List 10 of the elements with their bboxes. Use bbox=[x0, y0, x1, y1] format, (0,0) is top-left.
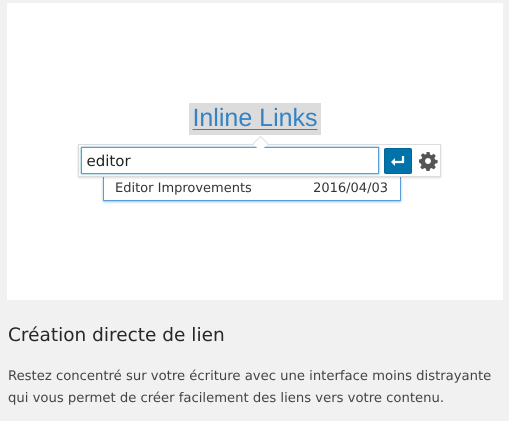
settings-icon[interactable] bbox=[418, 150, 438, 170]
suggestion-date: 2016/04/03 bbox=[313, 181, 388, 196]
enter-icon bbox=[390, 154, 406, 166]
apply-button[interactable] bbox=[384, 148, 412, 174]
feature-title: Création directe de lien bbox=[8, 324, 226, 348]
link-url-field[interactable]: editor bbox=[80, 147, 378, 174]
suggestion-item[interactable]: Editor Improvements 2016/04/03 bbox=[104, 177, 400, 200]
suggestion-title: Editor Improvements bbox=[115, 181, 252, 196]
feature-description: Restez concentré sur votre écriture avec une interface moins distrayante qui vous permet de créer facilement des liens vers votre contenu. bbox=[8, 368, 492, 408]
link-text: Inline Links bbox=[189, 103, 321, 135]
